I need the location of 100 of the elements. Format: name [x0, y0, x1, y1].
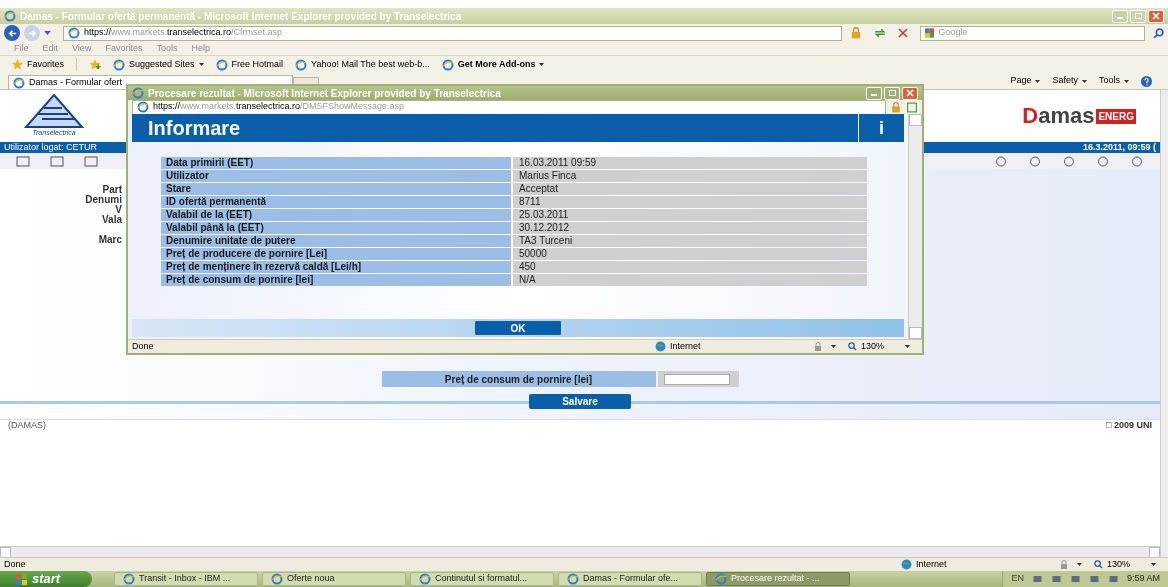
- info-value: 50000: [513, 248, 867, 260]
- caret-icon: [905, 345, 910, 348]
- ie-logo-icon: [4, 10, 16, 22]
- status-text: Done: [3, 557, 27, 571]
- form-label: Marc: [98, 235, 122, 245]
- ie-logo-icon: [113, 58, 125, 71]
- taskbar-button[interactable]: Oferte noua: [262, 572, 406, 586]
- ie-logo-icon: [215, 58, 228, 71]
- globe-icon: [901, 559, 912, 570]
- copyright-label: □ 2009 UNI: [1106, 418, 1152, 432]
- info-value: Acceptat: [513, 183, 867, 195]
- star-icon: [12, 59, 23, 70]
- ie-logo-icon: [68, 27, 80, 39]
- magnifier-icon: [1094, 560, 1103, 569]
- zoom-control[interactable]: 130%: [848, 339, 910, 354]
- clock-label: 9:59 AM: [1126, 572, 1160, 586]
- close-icon: [1152, 12, 1160, 20]
- favorites-button[interactable]: Favorites: [12, 57, 77, 72]
- magnifier-icon: [848, 342, 857, 351]
- ie-logo-icon: [123, 573, 135, 585]
- field-label: Preț de consum de pornire [lei]: [381, 371, 656, 387]
- info-value: TA3 Turceni: [513, 235, 867, 247]
- taskbar-button[interactable]: Transit - Inbox - IBM ...: [114, 572, 258, 586]
- popup-title: Procesare rezultat - Microsoft Internet Explorer provided by Transelectrica: [148, 86, 501, 101]
- favorites-link[interactable]: Yahoo! Mail The best web-b...: [295, 57, 430, 72]
- info-value: 30.12.2012: [513, 222, 867, 234]
- caret-icon: [831, 345, 836, 348]
- vertical-scrollbar[interactable]: [1160, 90, 1168, 557]
- caret-icon: [1082, 79, 1087, 83]
- info-label: Data primirii (EET): [161, 157, 511, 169]
- taskbar-button[interactable]: Damas - Formular ofe...: [558, 572, 702, 586]
- lock-icon: [890, 101, 902, 113]
- globe-icon: [655, 341, 666, 352]
- search-icon[interactable]: [1153, 27, 1164, 39]
- favorites-link[interactable]: Get More Add-ons: [441, 57, 545, 72]
- windows-logo-icon: [16, 573, 28, 585]
- maximize-button[interactable]: [884, 86, 900, 100]
- search-box[interactable]: Google: [920, 25, 1145, 41]
- refresh-icon[interactable]: [874, 27, 886, 39]
- caret-icon: [1124, 79, 1129, 83]
- info-label: Denumire unitate de putere: [161, 235, 511, 247]
- info-value: 16.03.2011 09:59: [513, 157, 867, 169]
- ie-logo-icon: [715, 573, 727, 585]
- caret-icon: [1077, 563, 1082, 566]
- vertical-scrollbar[interactable]: [908, 114, 922, 339]
- input-field[interactable]: [663, 373, 730, 385]
- save-button[interactable]: Salvare: [529, 393, 631, 409]
- info-heading: Informare: [147, 116, 241, 141]
- info-label: Preț de producere de pornire [Lei]: [161, 248, 511, 260]
- status-text: Done: [131, 339, 155, 353]
- back-button[interactable]: [4, 25, 20, 41]
- logged-user-label: Utilizator logat: CETUR: [4, 140, 98, 154]
- address-bar[interactable]: https://www.markets.transelectrica.ro/Cfrmset.asp: [63, 25, 842, 41]
- taskbar-button[interactable]: Continutul si formatul...: [410, 572, 554, 586]
- info-value: Marius Finca: [513, 170, 867, 182]
- ie-logo-icon: [419, 573, 431, 585]
- form-label: V: [115, 205, 122, 215]
- info-label: Utilizator: [161, 170, 511, 182]
- zone-label: Internet: [670, 339, 701, 353]
- info-label: ID ofertă permanentă: [161, 196, 511, 208]
- close-button[interactable]: [1148, 9, 1164, 23]
- zone-label: Internet: [916, 557, 947, 571]
- lock-icon: [850, 27, 862, 39]
- info-value: N/A: [513, 274, 867, 286]
- favorites-link[interactable]: Suggested Sites: [113, 57, 204, 72]
- close-button[interactable]: [902, 86, 918, 100]
- ok-button[interactable]: OK: [475, 321, 561, 335]
- stop-icon[interactable]: [898, 28, 908, 38]
- ie-logo-icon: [295, 58, 308, 71]
- command-menu[interactable]: Safety: [1052, 74, 1087, 88]
- arrow-left-icon: [7, 28, 17, 38]
- command-menu[interactable]: Page: [1010, 74, 1041, 88]
- info-label: Valabil de la (EET): [161, 209, 511, 221]
- form-label: Vala: [101, 215, 122, 225]
- info-label: Stare: [161, 183, 511, 195]
- caret-icon: [1151, 563, 1156, 566]
- add-favorite-icon[interactable]: [89, 59, 101, 70]
- info-label: Preț de consum de pornire [lei]: [161, 274, 511, 286]
- start-button[interactable]: start: [0, 571, 92, 587]
- zoom-control[interactable]: 130%: [1094, 557, 1156, 572]
- window-title: Damas - Formular ofertă permanentă - Microsoft Internet Explorer provided by Transelectrica: [20, 9, 462, 24]
- minimize-button[interactable]: [866, 86, 882, 100]
- ie-logo-icon: [271, 573, 283, 585]
- ie-logo-icon: [13, 76, 25, 89]
- info-label: Valabil până la (EET): [161, 222, 511, 234]
- info-label: Preț de menținere în rezervă caldă [Lei/h]: [161, 261, 511, 273]
- ie-logo-icon: [132, 87, 144, 99]
- date-time-label: 16.3.2011, 09:59 (: [1082, 140, 1156, 154]
- caret-icon: [539, 63, 545, 66]
- language-indicator[interactable]: EN: [1003, 572, 1024, 586]
- form-label: Part: [102, 185, 122, 195]
- favorites-link[interactable]: Free Hotmail: [215, 57, 284, 72]
- lock-icon: [1059, 559, 1069, 570]
- search-field[interactable]: Google: [938, 26, 1140, 40]
- dropdown-icon[interactable]: [44, 31, 51, 35]
- info-value: 25.03.2011: [513, 209, 867, 221]
- command-menu[interactable]: Tools: [1099, 74, 1129, 88]
- horizontal-scrollbar[interactable]: [0, 546, 1160, 557]
- google-logo-icon: [925, 28, 935, 38]
- ie-logo-icon: [441, 58, 454, 71]
